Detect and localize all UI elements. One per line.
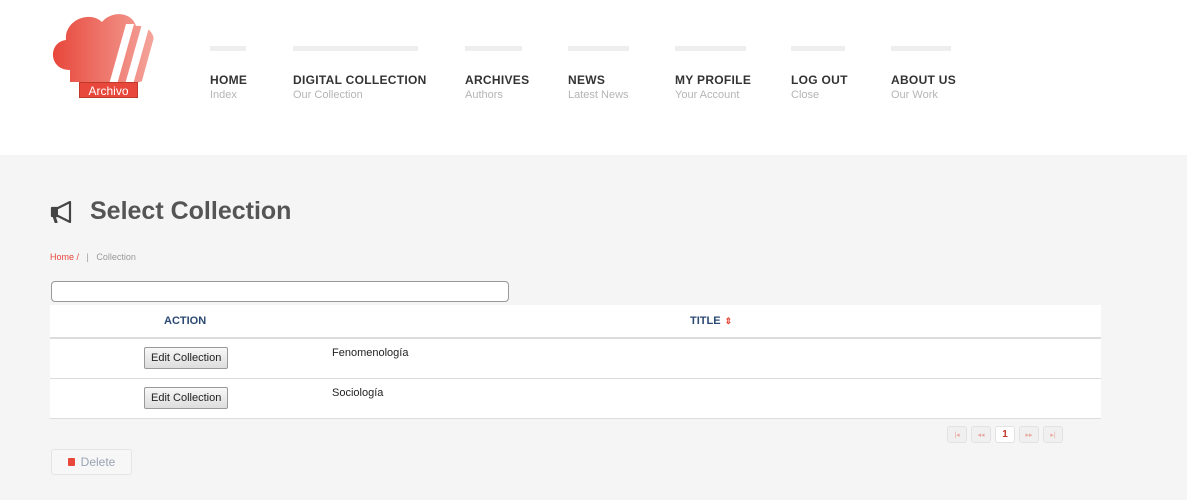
page-title-text: Select Collection bbox=[90, 197, 292, 225]
pagination: |◂ ◂◂ 1 ▸▸ ▸| bbox=[947, 426, 1063, 443]
nav-bar bbox=[293, 46, 418, 51]
nav-title: ARCHIVES bbox=[465, 73, 530, 87]
nav-subtitle: Authors bbox=[465, 89, 503, 101]
breadcrumb: Home / | Collection bbox=[50, 252, 136, 262]
page-number-current[interactable]: 1 bbox=[995, 426, 1015, 443]
sort-icon[interactable]: ⇕ bbox=[725, 316, 733, 326]
collection-table: ACTION TITLE ⇕ Edit Collection Fenomenolo… bbox=[50, 305, 1101, 419]
edit-collection-button[interactable]: Edit Collection bbox=[144, 387, 229, 409]
nav-home[interactable]: HOME Index bbox=[210, 46, 247, 101]
nav-title: MY PROFILE bbox=[675, 73, 752, 87]
nav-log-out[interactable]: LOG OUT Close bbox=[791, 46, 848, 101]
breadcrumb-current: Collection bbox=[96, 252, 136, 262]
delete-label: Delete bbox=[80, 455, 116, 469]
table-row: Edit Collection Fenomenología bbox=[50, 339, 1101, 379]
prev-page-button[interactable]: ◂◂ bbox=[971, 426, 991, 443]
nav-subtitle: Our Work bbox=[891, 89, 938, 101]
nav-subtitle: Your Account bbox=[675, 89, 740, 101]
first-page-button[interactable]: |◂ bbox=[947, 426, 967, 443]
trash-icon bbox=[67, 458, 75, 466]
nav-my-profile[interactable]: MY PROFILE Your Account bbox=[675, 46, 751, 101]
nav-subtitle: Our Collection bbox=[293, 89, 363, 101]
megaphone-icon bbox=[50, 200, 72, 223]
column-header-action: ACTION bbox=[164, 315, 207, 327]
delete-button[interactable]: Delete bbox=[51, 449, 132, 475]
nav-title: HOME bbox=[210, 73, 248, 87]
breadcrumb-home[interactable]: Home / bbox=[50, 252, 79, 262]
nav-title: ABOUT US bbox=[891, 73, 957, 87]
edit-collection-button[interactable]: Edit Collection bbox=[144, 347, 229, 369]
next-page-button[interactable]: ▸▸ bbox=[1019, 426, 1039, 443]
last-page-button[interactable]: ▸| bbox=[1043, 426, 1063, 443]
nav-bar bbox=[210, 46, 246, 51]
nav-bar bbox=[891, 46, 951, 51]
collection-title: Sociología bbox=[332, 387, 384, 399]
nav-news[interactable]: NEWS Latest News bbox=[568, 46, 629, 101]
nav-title: DIGITAL COLLECTION bbox=[293, 73, 427, 87]
nav-title: NEWS bbox=[568, 73, 606, 87]
nav-subtitle: Index bbox=[210, 89, 237, 101]
nav-title: LOG OUT bbox=[791, 73, 848, 87]
nav-digital-collection[interactable]: DIGITAL COLLECTION Our Collection bbox=[293, 46, 427, 101]
nav-bar bbox=[568, 46, 629, 51]
site-header: Archivo HOME Index DIGITAL COLLECTION Ou… bbox=[0, 0, 1187, 155]
nav-bar bbox=[791, 46, 845, 51]
nav-subtitle: Close bbox=[791, 89, 820, 101]
breadcrumb-separator: | bbox=[86, 252, 89, 262]
page-title: Select Collection bbox=[50, 197, 291, 226]
logo-label: Archivo bbox=[79, 82, 138, 98]
nav-bar bbox=[675, 46, 746, 51]
collection-title: Fenomenología bbox=[332, 347, 409, 359]
nav-about-us[interactable]: ABOUT US Our Work bbox=[891, 46, 956, 101]
nav-subtitle: Latest News bbox=[568, 89, 629, 101]
nav-archives[interactable]: ARCHIVES Authors bbox=[465, 46, 529, 101]
table-header: ACTION TITLE ⇕ bbox=[50, 305, 1101, 339]
column-header-title-label: TITLE bbox=[690, 315, 721, 327]
column-header-title[interactable]: TITLE ⇕ bbox=[690, 315, 732, 327]
main-content: Select Collection Home / | Collection AC… bbox=[0, 155, 1187, 500]
table-row: Edit Collection Sociología bbox=[50, 379, 1101, 419]
search-input[interactable] bbox=[51, 281, 509, 302]
nav-bar bbox=[465, 46, 522, 51]
